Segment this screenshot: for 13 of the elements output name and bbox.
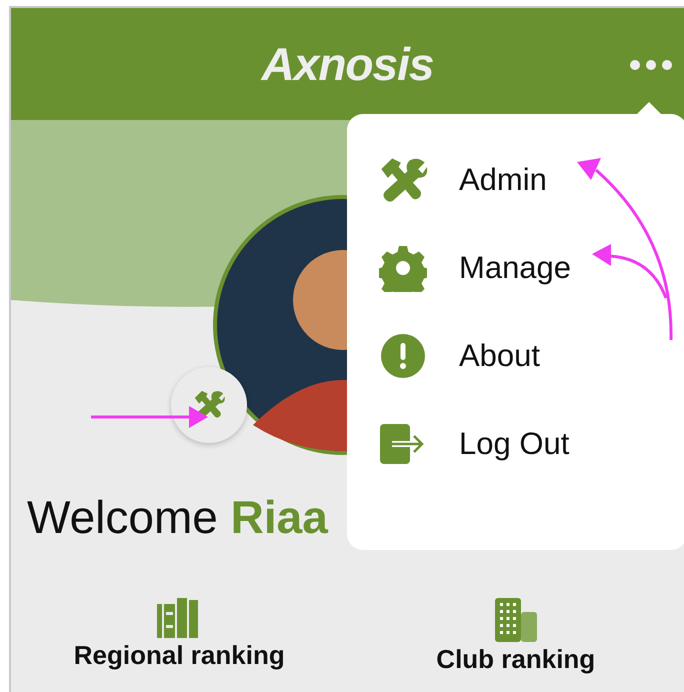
welcome-heading: Welcome Riaa: [27, 490, 330, 544]
building-icon: [494, 598, 537, 642]
menu-item[interactable]: Admin: [347, 136, 684, 224]
logo: Axnosis: [262, 37, 434, 91]
gear-icon: [379, 244, 427, 292]
exclamation-icon: [380, 333, 426, 379]
menu-item[interactable]: Log Out: [347, 400, 684, 488]
ranking-link[interactable]: Club ranking: [436, 644, 596, 675]
menu-item[interactable]: About: [347, 312, 684, 400]
ranking-link[interactable]: Regional ranking: [74, 640, 285, 671]
menu-item[interactable]: Manage: [347, 224, 684, 312]
logout-icon: [380, 424, 426, 464]
admin-badge[interactable]: [170, 367, 246, 443]
